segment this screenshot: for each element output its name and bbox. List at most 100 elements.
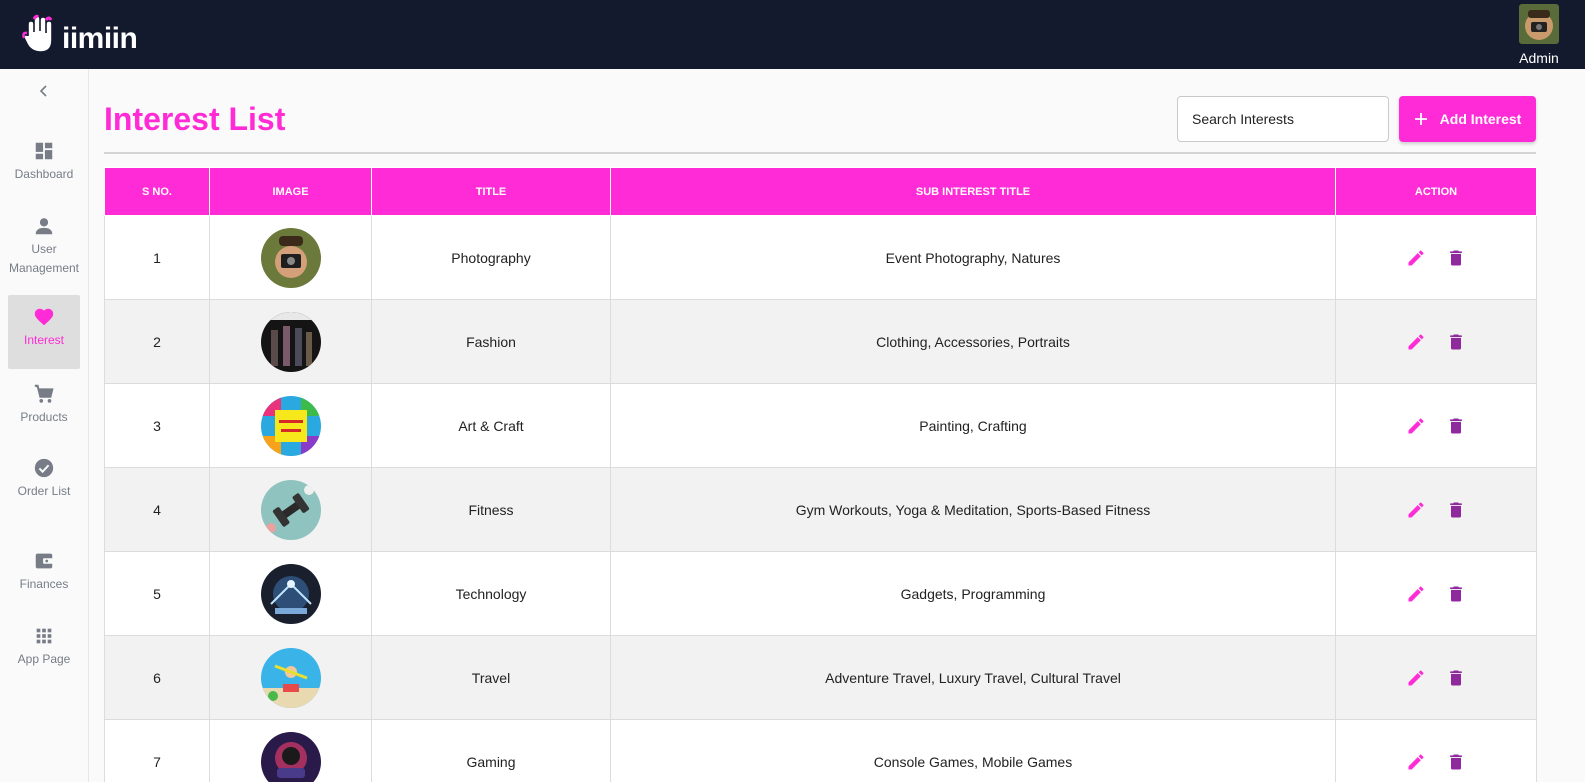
fitness-thumbnail (260, 479, 321, 540)
search-input[interactable] (1177, 96, 1389, 142)
avatar[interactable] (1519, 4, 1559, 44)
sidebar-item-user-management[interactable]: User Management (8, 212, 80, 281)
wallet-icon (35, 553, 54, 569)
cell-title: Art & Craft (371, 383, 611, 468)
sidebar-item-order-list[interactable]: Order List (8, 454, 80, 504)
cell-sno: 3 (104, 383, 210, 468)
cell-actions (1335, 299, 1537, 384)
table-row: 5 Technology Gadgets, Programming (104, 551, 1537, 636)
edit-icon[interactable] (1406, 584, 1426, 604)
column-header-sub-interest: SUB INTEREST TITLE (610, 167, 1336, 216)
cell-sno: 7 (104, 719, 210, 782)
cell-title: Fitness (371, 467, 611, 552)
cell-sub-interest: Gadgets, Programming (610, 551, 1336, 636)
column-header-action: ACTION (1335, 167, 1537, 216)
cell-image (209, 635, 372, 720)
cell-title: Technology (371, 551, 611, 636)
art-craft-thumbnail (260, 395, 321, 456)
fashion-thumbnail (260, 311, 321, 372)
top-bar: iimiin Admin (0, 0, 1585, 69)
delete-icon[interactable] (1446, 248, 1466, 268)
cell-actions (1335, 719, 1537, 782)
cell-actions (1335, 635, 1537, 720)
cell-sno: 5 (104, 551, 210, 636)
cell-actions (1335, 467, 1537, 552)
cell-sno: 2 (104, 299, 210, 384)
cell-sno: 4 (104, 467, 210, 552)
chevron-left-icon[interactable] (34, 81, 54, 101)
travel-thumbnail (260, 647, 321, 708)
cell-actions (1335, 215, 1537, 300)
cell-sub-interest: Clothing, Accessories, Portraits (610, 299, 1336, 384)
table-row: 3 Art & Craft Painting, Crafting (104, 383, 1537, 468)
delete-icon[interactable] (1446, 332, 1466, 352)
person-icon (35, 218, 53, 235)
delete-icon[interactable] (1446, 416, 1466, 436)
sidebar: Dashboard User Management Interest Produ… (0, 69, 89, 782)
page-title: Interest List (104, 101, 286, 137)
sidebar-item-finances[interactable]: Finances (8, 547, 80, 597)
sidebar-item-interest[interactable]: Interest (8, 295, 80, 369)
cell-sub-interest: Console Games, Mobile Games (610, 719, 1336, 782)
cell-title: Fashion (371, 299, 611, 384)
sidebar-item-label: User Management (8, 242, 80, 275)
dashboard-icon (35, 142, 53, 160)
cell-image (209, 551, 372, 636)
edit-icon[interactable] (1406, 752, 1426, 772)
cell-actions (1335, 551, 1537, 636)
cell-actions (1335, 383, 1537, 468)
column-header-title: TITLE (371, 167, 611, 216)
sidebar-item-app-page[interactable]: App Page (8, 622, 80, 672)
cell-image (209, 215, 372, 300)
heart-icon (34, 308, 54, 326)
brand-name: iimiin (62, 22, 138, 55)
sidebar-item-products[interactable]: Products (8, 380, 80, 430)
delete-icon[interactable] (1446, 668, 1466, 688)
cell-title: Travel (371, 635, 611, 720)
sidebar-item-dashboard[interactable]: Dashboard (8, 137, 80, 187)
technology-thumbnail (260, 563, 321, 624)
delete-icon[interactable] (1446, 584, 1466, 604)
cell-image (209, 299, 372, 384)
hand-logo-icon (22, 14, 53, 53)
edit-icon[interactable] (1406, 416, 1426, 436)
table-header-row: S NO. IMAGE TITLE SUB INTEREST TITLE ACT… (104, 167, 1537, 216)
column-header-image: IMAGE (209, 167, 372, 216)
cell-sno: 1 (104, 215, 210, 300)
apps-grid-icon (36, 628, 52, 644)
table-row: 6 Travel Adventure Travel, Luxury Travel… (104, 635, 1537, 720)
cell-sub-interest: Gym Workouts, Yoga & Meditation, Sports-… (610, 467, 1336, 552)
gaming-thumbnail (260, 731, 321, 782)
cell-sub-interest: Painting, Crafting (610, 383, 1336, 468)
interest-table: S NO. IMAGE TITLE SUB INTEREST TITLE ACT… (104, 167, 1537, 782)
table-row: 4 Fitness Gym Workouts, Yoga & Meditatio… (104, 467, 1537, 552)
edit-icon[interactable] (1406, 248, 1426, 268)
table-row: 7 Gaming Console Games, Mobile Games (104, 719, 1537, 782)
header-divider (104, 152, 1536, 154)
sidebar-item-label: Products (20, 410, 68, 424)
plus-icon (1414, 113, 1427, 125)
add-interest-label: Add Interest (1439, 111, 1522, 127)
cell-sno: 6 (104, 635, 210, 720)
delete-icon[interactable] (1446, 752, 1466, 772)
sidebar-item-label: Finances (19, 577, 69, 591)
cell-sub-interest: Event Photography, Natures (610, 215, 1336, 300)
cell-image (209, 467, 372, 552)
admin-label: Admin (1519, 50, 1559, 66)
edit-icon[interactable] (1406, 332, 1426, 352)
table-row: 2 Fashion Clothing, Accessories, Portrai… (104, 299, 1537, 384)
edit-icon[interactable] (1406, 668, 1426, 688)
check-circle-icon (34, 458, 54, 478)
delete-icon[interactable] (1446, 500, 1466, 520)
sidebar-item-label: App Page (17, 652, 71, 666)
brand-logo[interactable]: iimiin (22, 14, 138, 55)
photography-thumbnail (260, 227, 321, 288)
cell-image (209, 383, 372, 468)
cell-title: Gaming (371, 719, 611, 782)
edit-icon[interactable] (1406, 500, 1426, 520)
add-interest-button[interactable]: Add Interest (1399, 96, 1536, 142)
sidebar-item-label: Order List (17, 484, 71, 498)
sidebar-item-label: Dashboard (14, 167, 74, 181)
cell-sub-interest: Adventure Travel, Luxury Travel, Cultura… (610, 635, 1336, 720)
cart-icon (34, 384, 54, 403)
